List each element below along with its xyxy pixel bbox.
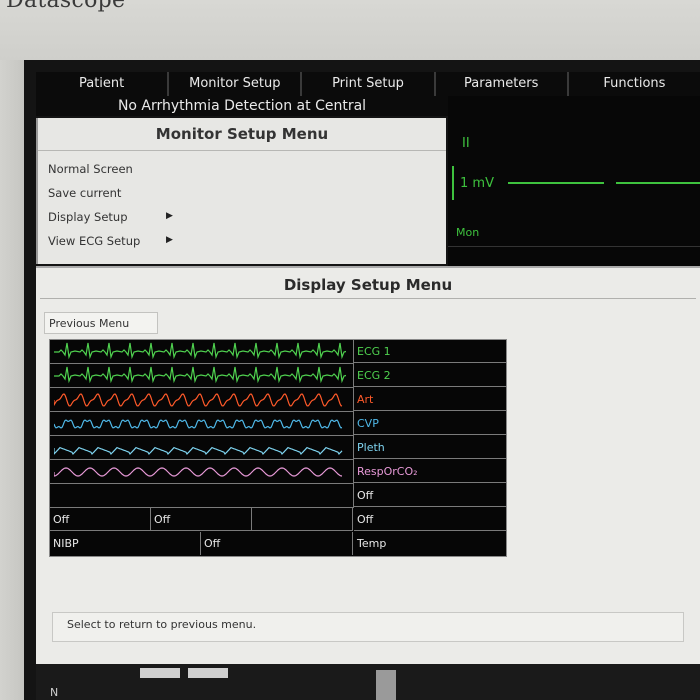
menu-item-display-setup[interactable]: Display Setup [48, 210, 128, 224]
cvp-waveform [54, 419, 343, 429]
waveform-row[interactable]: ECG 2 [50, 364, 506, 388]
divider [40, 298, 696, 299]
ecg-waveform-strip: II 1 mV Mon [448, 96, 700, 266]
alarm-banner: No Arrhythmia Detection at Central [36, 96, 448, 116]
waveform-trace [54, 446, 343, 456]
waveform-preview [50, 364, 354, 388]
ecg-mode-label: Mon [456, 226, 480, 239]
waveform-label-cvp: CVP [354, 412, 506, 435]
display-setup-title: Display Setup Menu [283, 276, 453, 294]
monitor-bezel-left [0, 60, 24, 700]
monitor-setup-menu: Monitor Setup Menu Normal Screen Save cu… [36, 118, 446, 264]
waveform-row[interactable]: Pleth [50, 436, 506, 460]
resp-waveform [54, 467, 343, 477]
menu-tab-patient[interactable]: Patient [36, 72, 170, 96]
submenu-arrow-icon: ▶ [166, 235, 173, 245]
display-setup-menu: Display Setup Menu Previous Menu ECG 1 E… [36, 266, 700, 664]
submenu-arrow-icon: ▶ [166, 211, 173, 221]
ecg-scale-label: 1 mV [460, 176, 494, 191]
param-slot-label[interactable]: Off [354, 508, 506, 531]
waveform-trace [54, 467, 343, 477]
waveform-row[interactable]: Art [50, 388, 506, 412]
waveform-row[interactable]: CVP [50, 412, 506, 436]
ecg-scale-bar [452, 166, 454, 200]
param-slot-off[interactable]: Off [201, 532, 353, 555]
param-slot-c[interactable] [252, 508, 353, 531]
waveform-preview [50, 340, 354, 364]
divider [448, 246, 700, 247]
arterial-waveform [54, 393, 343, 407]
menu-tab-functions[interactable]: Functions [569, 72, 700, 96]
brand-logo: Datascope [6, 0, 126, 13]
monitor-stand-post [376, 670, 396, 700]
waveform-preview [50, 460, 354, 484]
param-slot-b[interactable]: Off [151, 508, 252, 531]
param-slot-a[interactable]: Off [50, 508, 151, 531]
waveform-label-pleth: Pleth [354, 436, 506, 459]
waveform-preview [50, 388, 354, 412]
previous-menu-button[interactable]: Previous Menu [44, 312, 158, 334]
ecg-trace [508, 182, 604, 184]
waveform-trace [54, 342, 346, 360]
param-slot-nibp[interactable]: NIBP [50, 532, 201, 555]
param-slot-temp[interactable]: Temp [354, 532, 506, 555]
waveform-trace [54, 393, 343, 407]
waveform-row[interactable]: ECG 1 [50, 340, 506, 364]
softkey[interactable] [188, 668, 228, 678]
waveform-trace [54, 366, 346, 384]
menu-item-save-current[interactable]: Save current [48, 186, 121, 200]
ecg-2-waveform [54, 366, 346, 384]
waveform-table: ECG 1 ECG 2 Art CVP Pleth RespOrCO₂ Off … [49, 339, 507, 557]
waveform-trace [54, 419, 343, 429]
waveform-row[interactable]: Off [50, 484, 506, 508]
bottom-label: N [50, 686, 59, 699]
waveform-label-resp: RespOrCO₂ [354, 460, 506, 483]
waveform-preview [50, 436, 354, 460]
ecg-lead-label: II [462, 136, 470, 151]
parameter-row[interactable]: Off Off Off [50, 508, 506, 532]
waveform-label-ecg2: ECG 2 [354, 364, 506, 387]
softkey[interactable] [140, 668, 180, 678]
menu-item-view-ecg-setup[interactable]: View ECG Setup [48, 234, 140, 248]
waveform-preview [50, 412, 354, 436]
waveform-label-off: Off [354, 484, 506, 507]
help-text-bar: Select to return to previous menu. [52, 612, 684, 642]
parameter-row[interactable]: NIBP Off Temp [50, 532, 506, 556]
menu-item-normal-screen[interactable]: Normal Screen [48, 162, 133, 176]
ecg-trace [616, 182, 700, 184]
top-menu-bar: Patient Monitor Setup Print Setup Parame… [36, 72, 700, 96]
waveform-label-ecg1: ECG 1 [354, 340, 506, 363]
monitor-setup-title: Monitor Setup Menu [38, 118, 446, 151]
waveform-label-art: Art [354, 388, 506, 411]
waveform-row[interactable]: RespOrCO₂ [50, 460, 506, 484]
monitor-bezel-top: Datascope [0, 0, 700, 60]
menu-tab-print-setup[interactable]: Print Setup [302, 72, 436, 96]
empty-waveform-slot [50, 484, 354, 508]
bottom-strip [36, 664, 700, 700]
menu-tab-monitor-setup[interactable]: Monitor Setup [169, 72, 303, 96]
ecg-1-waveform [54, 342, 346, 360]
pleth-waveform [54, 446, 343, 456]
menu-tab-parameters[interactable]: Parameters [436, 72, 569, 96]
